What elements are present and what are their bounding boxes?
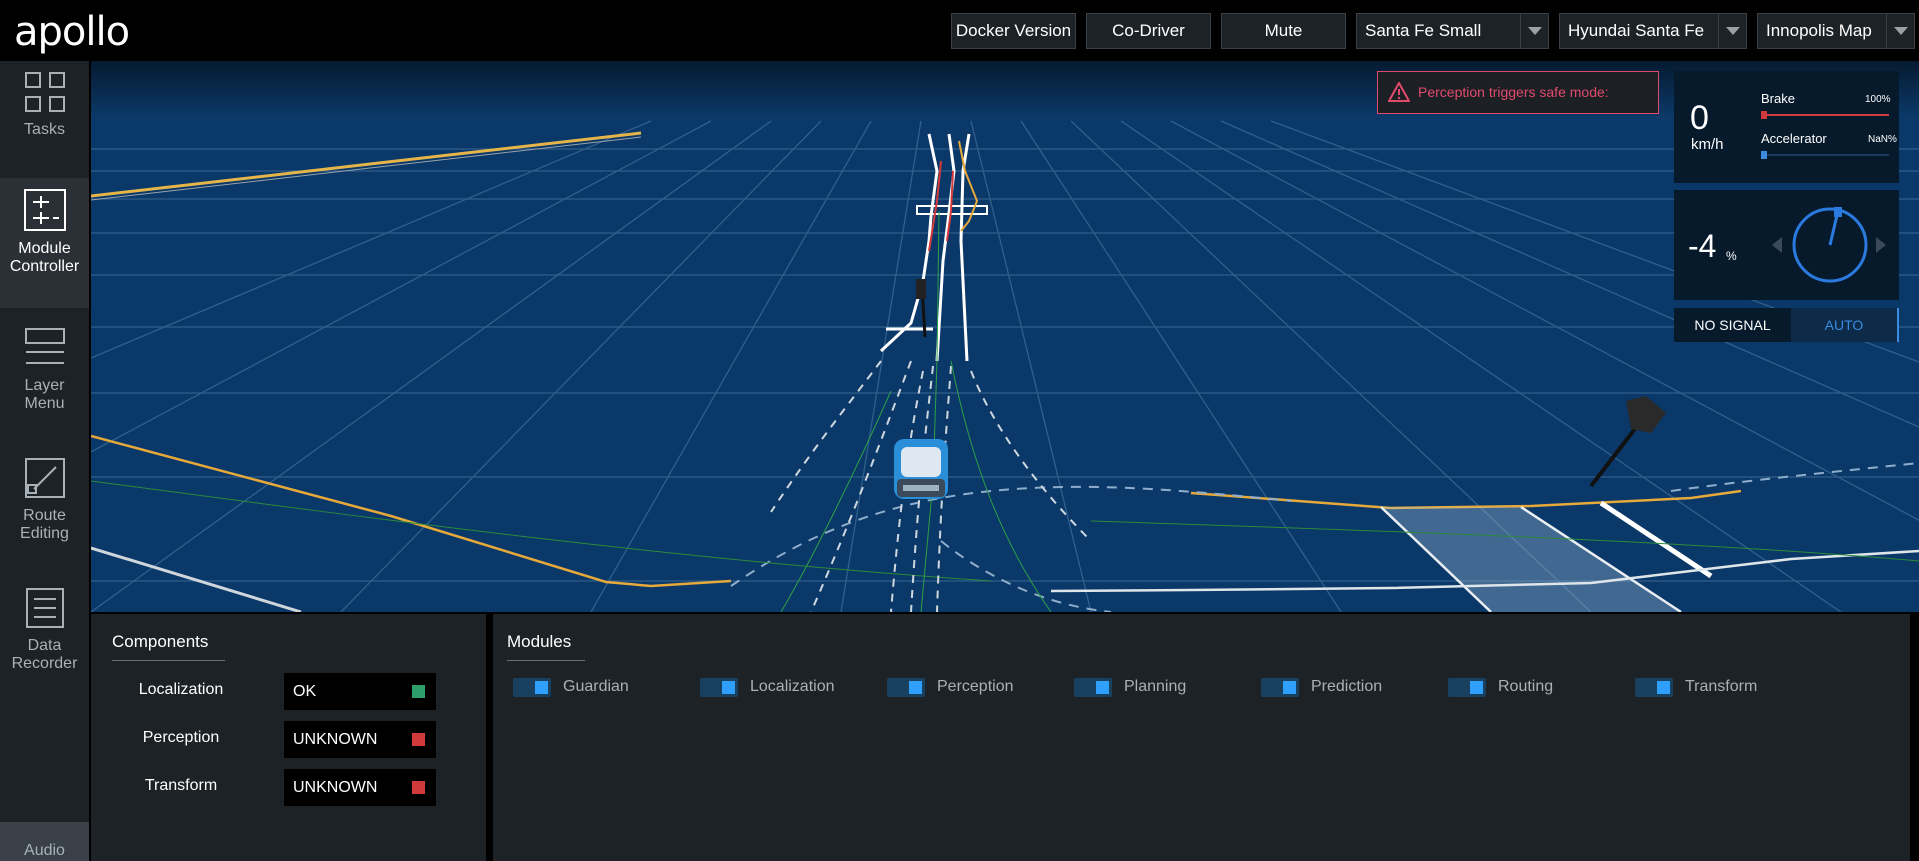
bottom-panel: Components Localization OK Perception UN… [91,614,1919,861]
toggle-switch[interactable] [1074,678,1112,697]
module-toggle-guardian[interactable]: Guardian [513,676,663,698]
speed-panel: 0 km/h Brake 100% Accelerator NaN% [1674,71,1899,183]
steering-wheel-icon [1772,207,1886,283]
chevron-down-icon[interactable] [1718,14,1746,48]
data-recorder-icon [25,588,64,628]
sidebar-item-label: Route Editing [20,507,69,542]
module-label: Routing [1498,678,1554,695]
module-label: Transform [1685,678,1758,695]
status-indicator [412,781,425,794]
ego-vehicle [894,439,948,499]
co-driver-button[interactable]: Co-Driver [1086,13,1211,49]
turn-signal-status: NO SIGNAL [1694,317,1771,333]
module-label: Localization [750,678,835,695]
alert-text: Perception triggers safe mode: [1418,84,1609,100]
module-label: Planning [1124,678,1187,695]
module-toggle-transform[interactable]: Transform [1635,676,1785,698]
apollo-logo: apollo [14,9,130,55]
scrollbar-track[interactable] [1910,614,1919,861]
toggle-switch[interactable] [1261,678,1299,697]
chevron-down-icon[interactable] [1520,14,1548,48]
component-status-transform: UNKNOWN [284,769,436,806]
accelerator-label: Accelerator [1761,131,1827,146]
status-text: UNKNOWN [293,779,378,796]
components-panel: Components Localization OK Perception UN… [91,614,486,861]
accelerator-bar [1761,151,1889,159]
sidebar-item-tasks[interactable]: Tasks [0,61,89,189]
brake-label: Brake [1761,91,1795,106]
panel-divider [486,614,493,861]
docker-version-button[interactable]: Docker Version [951,13,1076,49]
toggle-switch[interactable] [887,678,925,697]
module-label: Perception [937,678,1014,695]
audio-label: Audio [24,842,65,859]
toggle-switch[interactable] [513,678,551,697]
accelerator-value: NaN% [1868,134,1897,145]
component-status-perception: UNKNOWN [284,721,436,758]
modules-panel: Modules Guardian Localization Perception… [493,614,1912,861]
sidebar-item-module-controller[interactable]: Module Controller [0,178,89,308]
vehicle-config-value: Santa Fe Small [1365,21,1482,40]
sidebar-item-audio[interactable]: Audio [0,822,89,861]
mute-button[interactable]: Mute [1221,13,1346,49]
status-text: OK [293,683,317,700]
status-text: UNKNOWN [293,731,378,748]
safe-mode-alert: Perception triggers safe mode: [1377,71,1659,114]
scene-canvas[interactable] [91,61,1919,612]
drive-mode-status: AUTO [1791,308,1899,342]
modules-title: Modules [507,632,585,661]
sidebar: Tasks Module Controller Layer Menu Route… [0,61,89,861]
map-value: Innopolis Map [1766,21,1872,40]
module-toggle-prediction[interactable]: Prediction [1261,676,1411,698]
route-editing-icon [24,458,65,498]
speed-unit: km/h [1691,136,1724,153]
module-toggle-planning[interactable]: Planning [1074,676,1224,698]
component-status-localization: OK [284,673,436,710]
steering-panel: -4 % [1674,190,1899,300]
vehicle-config-select[interactable]: Santa Fe Small [1356,13,1549,49]
module-toggle-routing[interactable]: Routing [1448,676,1598,698]
brake-bar [1761,111,1889,119]
toggle-switch[interactable] [700,678,738,697]
vehicle-select[interactable]: Hyundai Santa Fe [1559,13,1747,49]
sidebar-item-label: Module Controller [9,240,80,275]
status-indicator [412,685,425,698]
sidebar-item-label: Tasks [24,121,65,138]
layer-menu-icon [24,328,65,364]
module-controller-icon [23,189,66,231]
sidebar-item-layer-menu[interactable]: Layer Menu [0,317,89,445]
tasks-icon [24,72,65,112]
module-toggle-localization[interactable]: Localization [700,676,850,698]
vehicle-value: Hyundai Santa Fe [1568,21,1705,40]
component-label-transform: Transform [144,777,218,794]
module-label: Guardian [563,678,629,695]
sidebar-item-label: Data Recorder [11,637,78,672]
map-select[interactable]: Innopolis Map [1757,13,1915,49]
sidebar-item-route-editing[interactable]: Route Editing [0,447,89,575]
brake-fill [1761,114,1889,116]
brake-value: 100% [1865,94,1891,105]
speed-value: 0 [1690,99,1709,137]
scene-view[interactable] [91,61,1919,612]
module-label: Prediction [1311,678,1383,695]
component-label-localization: Localization [138,681,224,698]
component-label-perception: Perception [142,729,220,746]
top-bar: apollo Docker Version Co-Driver Mute San… [0,0,1919,61]
module-toggle-perception[interactable]: Perception [887,676,1037,698]
steering-unit: % [1726,249,1737,263]
components-title: Components [112,632,225,661]
status-indicator [412,733,425,746]
sidebar-item-label: Layer Menu [24,377,65,412]
sidebar-item-data-recorder[interactable]: Data Recorder [0,577,89,705]
warning-icon [1388,82,1410,102]
toggle-switch[interactable] [1448,678,1486,697]
toggle-switch[interactable] [1635,678,1673,697]
chevron-down-icon[interactable] [1886,14,1914,48]
signal-panel: NO SIGNAL AUTO [1674,308,1899,342]
steering-value: -4 [1688,228,1717,264]
